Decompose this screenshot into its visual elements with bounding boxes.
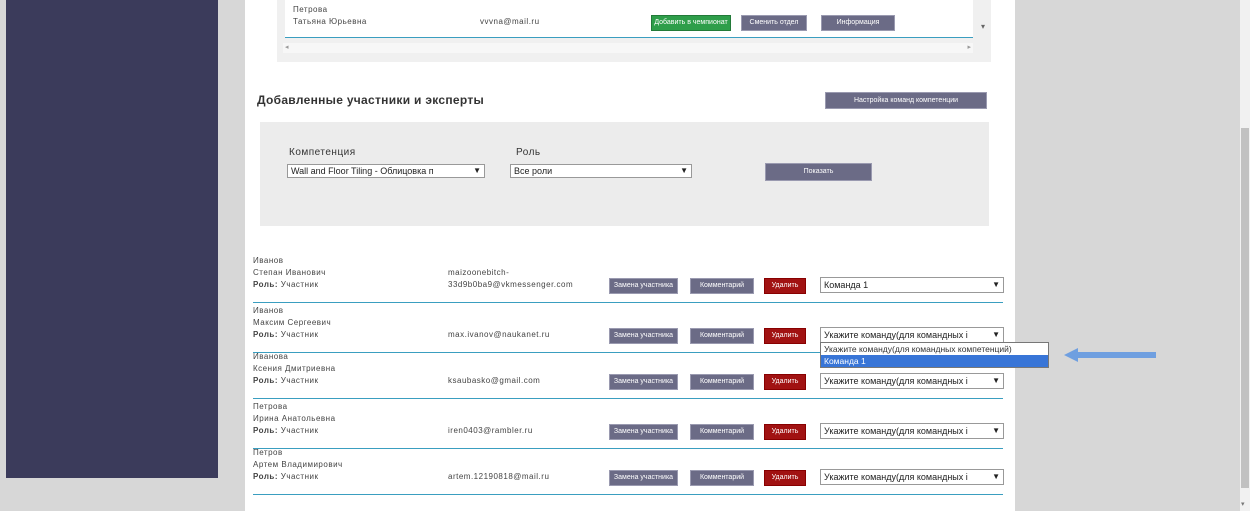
participant-first-name: Максим Сергеевич — [253, 318, 332, 327]
competence-label: Компетенция — [289, 147, 356, 158]
row-divider — [253, 398, 1003, 399]
row-divider — [253, 302, 1003, 303]
delete-button[interactable]: Удалить — [764, 470, 806, 486]
result-email: vvvna@mail.ru — [480, 17, 540, 26]
participant-role: Роль: Участник — [253, 472, 319, 481]
team-select[interactable]: Укажите команду(для командных і ▼ — [820, 373, 1004, 389]
comment-button[interactable]: Комментарий — [690, 278, 754, 294]
team-settings-button[interactable]: Настройка команд компетенции — [825, 92, 987, 109]
competence-select[interactable]: Wall and Floor Tiling - Облицовка п ▼ — [287, 164, 485, 178]
chevron-down-icon: ▼ — [473, 166, 481, 175]
dropdown-option-placeholder[interactable]: Укажите команду(для командных компетенци… — [821, 343, 1048, 355]
participant-email-line1: maizoonebitch- — [448, 268, 510, 277]
participant-last-name: Иванова — [253, 352, 289, 361]
participant-email: max.ivanov@naukanet.ru — [448, 330, 550, 339]
result-first-name: Татьяна Юрьевна — [293, 17, 367, 26]
participant-last-name: Петров — [253, 448, 283, 457]
delete-button[interactable]: Удалить — [764, 278, 806, 294]
participant-last-name: Иванов — [253, 306, 284, 315]
annotation-arrow-icon — [1064, 348, 1156, 362]
team-value: Укажите команду(для командных і — [824, 426, 968, 436]
scroll-down-icon[interactable]: ▾ — [981, 22, 985, 31]
comment-button[interactable]: Комментарий — [690, 470, 754, 486]
left-sidebar — [6, 0, 218, 478]
participant-row: Петрова Ирина Анатольевна Роль: Участник… — [245, 400, 1015, 450]
delete-button[interactable]: Удалить — [764, 374, 806, 390]
participant-role: Роль: Участник — [253, 280, 319, 289]
delete-button[interactable]: Удалить — [764, 424, 806, 440]
participant-email: artem.12190818@mail.ru — [448, 472, 550, 481]
scrollbar-thumb[interactable] — [1241, 128, 1249, 488]
change-department-button[interactable]: Сменить отдел — [741, 15, 807, 31]
team-value: Укажите команду(для командных і — [824, 472, 968, 482]
scroll-down-icon[interactable]: ▾ — [1241, 500, 1245, 508]
dropdown-option-team-1[interactable]: Команда 1 — [821, 355, 1048, 367]
team-dropdown-list: Укажите команду(для командных компетенци… — [820, 342, 1049, 368]
chevron-down-icon: ▼ — [992, 426, 1000, 435]
page-title: Добавленные участники и эксперты — [257, 93, 485, 107]
search-result-row: Петрова Татьяна Юрьевна vvvna@mail.ru До… — [285, 0, 973, 38]
search-results-panel: Петрова Татьяна Юрьевна vvvna@mail.ru До… — [277, 0, 991, 62]
team-value: Укажите команду(для командных і — [824, 330, 968, 340]
team-value: Команда 1 — [824, 280, 869, 290]
participant-role: Роль: Участник — [253, 426, 319, 435]
comment-button[interactable]: Комментарий — [690, 424, 754, 440]
show-button[interactable]: Показать — [765, 163, 872, 181]
add-to-championship-button[interactable]: Добавить в чемпионат — [651, 15, 731, 31]
main-content: Петрова Татьяна Юрьевна vvvna@mail.ru До… — [245, 0, 1015, 511]
participant-email: iren0403@rambler.ru — [448, 426, 533, 435]
replace-participant-button[interactable]: Замена участника — [609, 374, 678, 390]
scroll-right-icon[interactable]: ▸ — [967, 43, 971, 51]
chevron-down-icon: ▼ — [992, 376, 1000, 385]
horizontal-scrollbar[interactable]: ◂ ▸ — [283, 43, 973, 53]
participant-last-name: Петрова — [253, 402, 288, 411]
participant-role: Роль: Участник — [253, 376, 319, 385]
participant-email: ksaubasko@gmail.com — [448, 376, 541, 385]
role-value: Все роли — [514, 166, 553, 176]
competence-value: Wall and Floor Tiling - Облицовка п — [291, 166, 434, 176]
comment-button[interactable]: Комментарий — [690, 374, 754, 390]
replace-participant-button[interactable]: Замена участника — [609, 278, 678, 294]
comment-button[interactable]: Комментарий — [690, 328, 754, 344]
team-select[interactable]: Укажите команду(для командных і ▼ — [820, 469, 1004, 485]
participant-email: 33d9b0ba9@vkmessenger.com — [448, 280, 574, 289]
participant-first-name: Артем Владимирович — [253, 460, 343, 469]
delete-button[interactable]: Удалить — [764, 328, 806, 344]
result-last-name: Петрова — [293, 5, 328, 14]
replace-participant-button[interactable]: Замена участника — [609, 328, 678, 344]
role-label: Роль — [516, 147, 541, 158]
replace-participant-button[interactable]: Замена участника — [609, 470, 678, 486]
participant-last-name: Иванов — [253, 256, 284, 265]
role-select[interactable]: Все роли ▼ — [510, 164, 692, 178]
info-button[interactable]: Информация — [821, 15, 895, 31]
participant-row: Петров Артем Владимирович Роль: Участник… — [245, 446, 1015, 496]
team-value: Укажите команду(для командных і — [824, 376, 968, 386]
page-scrollbar[interactable]: ▾ — [1240, 0, 1250, 511]
participant-first-name: Степан Иванович — [253, 268, 326, 277]
participant-row: Иванов Степан Иванович Роль: Участник ma… — [245, 254, 1015, 304]
participant-first-name: Ксения Дмитриевна — [253, 364, 336, 373]
team-select[interactable]: Укажите команду(для командных і ▼ — [820, 327, 1004, 343]
team-select[interactable]: Команда 1 ▼ — [820, 277, 1004, 293]
replace-participant-button[interactable]: Замена участника — [609, 424, 678, 440]
row-divider — [253, 494, 1003, 495]
team-select[interactable]: Укажите команду(для командных і ▼ — [820, 423, 1004, 439]
chevron-down-icon: ▼ — [992, 472, 1000, 481]
scroll-left-icon[interactable]: ◂ — [285, 43, 289, 51]
filter-panel: Компетенция Wall and Floor Tiling - Обли… — [260, 122, 989, 226]
participant-first-name: Ирина Анатольевна — [253, 414, 336, 423]
chevron-down-icon: ▼ — [992, 330, 1000, 339]
chevron-down-icon: ▼ — [992, 280, 1000, 289]
participant-role: Роль: Участник — [253, 330, 319, 339]
chevron-down-icon: ▼ — [680, 166, 688, 175]
